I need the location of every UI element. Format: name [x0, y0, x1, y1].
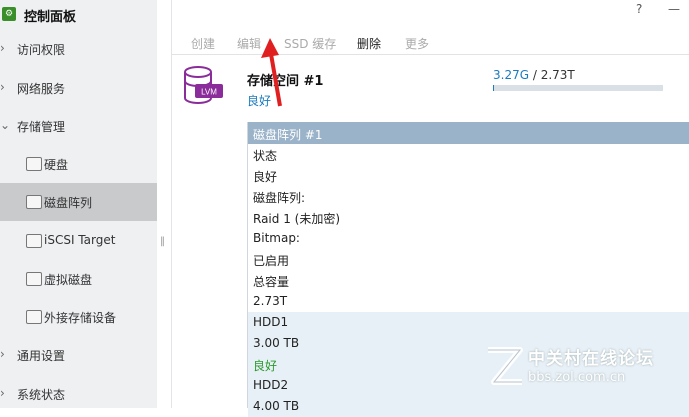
detail-text: 已启用 — [253, 252, 289, 269]
detail-text: 良好 — [253, 357, 277, 374]
sidebar-item-label: 硬盘 — [44, 156, 68, 173]
detail-row: 状态 — [248, 144, 689, 165]
zol-logo-icon — [480, 342, 526, 392]
detail-text: 2.73T — [253, 294, 287, 308]
sidebar-item-iscsi-target[interactable]: iSCSI Target — [0, 222, 157, 260]
detail-text: 3.00 TB — [253, 336, 299, 350]
virtual-disk-icon — [26, 272, 42, 286]
iscsi-icon — [26, 234, 42, 248]
title-bar: ? — — [171, 0, 689, 28]
sidebar-item-label: 磁盘阵列 — [44, 194, 92, 211]
sidebar-item-label: 外接存储设备 — [44, 309, 116, 326]
lvm-storage-icon: LVM — [182, 66, 224, 106]
sidebar-item-label: 网络服务 — [17, 80, 65, 97]
zol-watermark: 中关村在线论坛 bbs.zol.com.cn — [478, 342, 678, 402]
usage-bar — [493, 85, 663, 91]
minimize-button[interactable]: — — [668, 2, 680, 16]
detail-row: 磁盘阵列: — [248, 186, 689, 207]
sidebar-header: ⚙ 控制面板 — [0, 0, 157, 30]
sidebar-item-virtual-disk[interactable]: 虚拟磁盘 — [0, 260, 157, 298]
disk-array-icon — [26, 195, 42, 209]
hard-disk-icon — [26, 157, 42, 171]
sidebar-item-access-rights[interactable]: › 访问权限 — [0, 30, 157, 68]
watermark-title: 中关村在线论坛 — [528, 344, 654, 369]
chevron-right-icon: › — [0, 41, 5, 55]
control-panel-icon: ⚙ — [2, 7, 16, 21]
delete-button[interactable]: 删除 — [357, 35, 381, 52]
sidebar-item-disks[interactable]: 硬盘 — [0, 145, 157, 183]
chevron-right-icon: › — [0, 347, 5, 361]
sidebar-item-raid[interactable]: 磁盘阵列 — [0, 183, 157, 221]
splitter-grip-icon[interactable]: ‖ — [160, 236, 165, 247]
detail-row: 总容量 — [248, 270, 689, 291]
detail-row: Bitmap: — [248, 228, 689, 249]
sidebar-splitter[interactable]: ‖ — [157, 0, 172, 408]
detail-text: 状态 — [253, 147, 277, 164]
detail-row: 2.73T — [248, 291, 689, 312]
sidebar-item-label: 存储管理 — [17, 118, 65, 135]
usage-separator: / — [529, 68, 541, 82]
toolbar: 创建 编辑 SSD 缓存 删除 更多 — [171, 30, 689, 55]
sidebar-item-label: 系统状态 — [17, 386, 65, 403]
detail-text: HDD2 — [253, 378, 288, 392]
sidebar-item-label: iSCSI Target — [44, 233, 115, 247]
sidebar-item-label: 虚拟磁盘 — [44, 271, 92, 288]
raid-details-title: 磁盘阵列 #1 — [253, 126, 323, 143]
detail-text: Bitmap: — [253, 231, 300, 245]
detail-text: 良好 — [253, 168, 277, 185]
detail-text: 总容量 — [253, 273, 289, 290]
lvm-label: LVM — [201, 88, 217, 97]
chevron-down-icon: ⌄ — [0, 118, 10, 132]
ssd-cache-button[interactable]: SSD 缓存 — [284, 35, 336, 52]
detail-text: HDD1 — [253, 315, 288, 329]
detail-text: 磁盘阵列: — [253, 189, 305, 206]
volume-usage: 3.27G / 2.73T — [493, 68, 575, 82]
detail-row: 已启用 — [248, 249, 689, 270]
red-arrow-annotation — [250, 34, 290, 109]
sidebar-item-system-status[interactable]: › 系统状态 — [0, 375, 157, 413]
help-button[interactable]: ? — [636, 2, 642, 16]
chevron-right-icon: › — [0, 80, 5, 94]
sidebar-item-label: 通用设置 — [17, 347, 65, 364]
sidebar-item-label: 访问权限 — [17, 41, 65, 58]
detail-row: Raid 1 (未加密) — [248, 207, 689, 228]
more-button[interactable]: 更多 — [405, 35, 429, 52]
total-capacity: 2.73T — [541, 68, 575, 82]
sidebar-item-network-services[interactable]: › 网络服务 — [0, 69, 157, 107]
detail-row: 良好 — [248, 165, 689, 186]
watermark-url: bbs.zol.com.cn — [528, 370, 625, 385]
raid-details-header[interactable]: 磁盘阵列 #1 — [248, 122, 689, 144]
chevron-right-icon: › — [0, 386, 5, 400]
sidebar-item-storage-management[interactable]: ⌄ 存储管理 — [0, 107, 157, 145]
external-storage-icon — [26, 310, 42, 324]
detail-row-disk[interactable]: HDD1 — [248, 312, 689, 333]
sidebar-item-external-storage[interactable]: 外接存储设备 — [0, 298, 157, 336]
sidebar: ⚙ 控制面板 › 访问权限 › 网络服务 ⌄ 存储管理 硬盘 磁盘阵列 iSCS… — [0, 0, 157, 408]
create-button[interactable]: 创建 — [191, 35, 215, 52]
detail-text: Raid 1 (未加密) — [253, 210, 340, 227]
sidebar-item-general-settings[interactable]: › 通用设置 — [0, 336, 157, 374]
used-capacity: 3.27G — [493, 68, 529, 82]
app-title: 控制面板 — [24, 6, 76, 25]
detail-text: 4.00 TB — [253, 399, 299, 413]
